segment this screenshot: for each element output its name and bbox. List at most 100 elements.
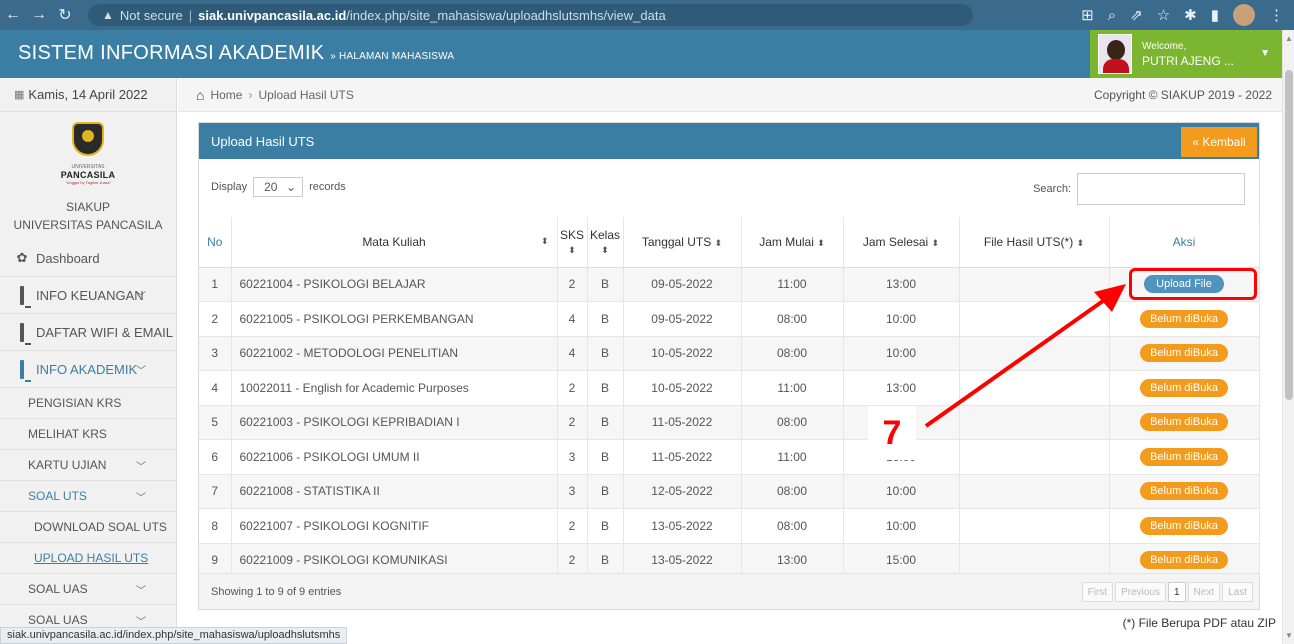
cell-kelas: B <box>587 370 624 406</box>
back-arrow-icon[interactable]: ← <box>0 6 26 24</box>
chevron-down-icon: ⌄ <box>286 180 297 194</box>
reload-icon[interactable]: ↻ <box>52 5 78 25</box>
annotation-highlight-box <box>1129 268 1257 300</box>
sidebar-item-download-soal-uts[interactable]: DOWNLOAD SOAL UTS <box>0 512 176 543</box>
display-label: Display <box>211 181 248 193</box>
sidebar-item-kartu-ujian[interactable]: KARTU UJIAN ﹀ <box>0 450 176 481</box>
records-per-page-select[interactable]: 20 ⌄ <box>253 177 304 197</box>
cell-tanggal: 10-05-2022 <box>623 370 742 406</box>
breadcrumb-home[interactable]: Home <box>210 88 242 102</box>
cell-sks: 2 <box>557 267 588 302</box>
pager-first-button[interactable]: First <box>1081 582 1114 602</box>
cell-sks: 2 <box>557 370 588 406</box>
sidebar-item-upload-hasil-uts[interactable]: UPLOAD HASIL UTS <box>0 543 176 574</box>
cell-jam-mulai: 08:00 <box>741 405 844 440</box>
pager-last-button[interactable]: Last <box>1222 582 1253 602</box>
column-header-sks[interactable]: SKS ⬍ <box>557 217 588 268</box>
chevron-down-icon: ﹀ <box>136 461 146 473</box>
sidebar-item-info-keuangan[interactable]: INFO KEUANGAN ﹀ <box>0 277 176 314</box>
menu-dots-icon[interactable]: ⋮ <box>1269 6 1284 24</box>
sidebar-item-label: UPLOAD HASIL UTS <box>34 551 149 565</box>
app-title: SISTEM INFORMASI AKADEMIK » HALAMAN MAHA… <box>18 42 454 65</box>
cell-tanggal: 09-05-2022 <box>623 267 742 302</box>
table-footer: Showing 1 to 9 of 9 entries First Previo… <box>199 573 1259 609</box>
column-header-jam-selesai[interactable]: Jam Selesai ⬍ <box>843 217 960 268</box>
cell-no: 5 <box>199 405 232 440</box>
university-crest-icon <box>68 120 108 162</box>
cell-mata-kuliah: 60221006 - PSIKOLOGI UMUM II <box>231 439 558 475</box>
cell-no: 1 <box>199 267 232 302</box>
forward-arrow-icon[interactable]: → <box>26 6 52 24</box>
calendar-icon: ▦ <box>14 89 25 101</box>
scroll-up-icon[interactable]: ▲ <box>1285 34 1293 43</box>
monitor-icon <box>14 359 30 379</box>
sidebar-item-dashboard[interactable]: ✿ Dashboard <box>0 240 176 277</box>
page-scrollbar[interactable]: ▲ ▼ <box>1282 30 1294 644</box>
sidebar-item-label: SOAL UAS <box>28 613 88 627</box>
annotation-step-number: 7 <box>868 406 916 460</box>
column-header-mata-kuliah[interactable]: Mata Kuliah ⬍ <box>231 217 558 268</box>
cell-sks: 2 <box>557 405 588 440</box>
header-label: Tanggal UTS <box>641 234 712 249</box>
column-header-jam-mulai[interactable]: Jam Mulai ⬍ <box>741 217 844 268</box>
sidebar-item-soal-uas[interactable]: SOAL UAS ﹀ <box>0 574 176 605</box>
pager-page-button[interactable]: 1 <box>1167 582 1186 602</box>
address-bar[interactable]: ▲ Not secure | siak.univpancasila.ac.id … <box>88 4 973 26</box>
sidebar-item-melihat-krs[interactable]: MELIHAT KRS <box>0 419 176 450</box>
sidebar-item-daftar-wifi[interactable]: DAFTAR WIFI & EMAIL <box>0 314 176 351</box>
column-header-no[interactable]: No <box>199 217 232 268</box>
column-header-kelas[interactable]: Kelas ⬍ <box>587 217 624 268</box>
sidebar-item-soal-uts[interactable]: SOAL UTS ﹀ <box>0 481 176 512</box>
status-badge: Belum diBuka <box>1140 309 1228 328</box>
cell-tanggal: 10-05-2022 <box>623 336 742 371</box>
university-logo: UNIVERSITAS PANCASILA "Unggul by Tagline… <box>0 112 176 212</box>
sidebar-item-pengisian-krs[interactable]: PENGISIAN KRS <box>0 388 176 419</box>
translate-icon[interactable]: ⊞ <box>1081 6 1094 24</box>
user-name: PUTRI AJENG ... <box>1142 54 1235 68</box>
share-icon[interactable]: ⇗ <box>1130 6 1143 24</box>
sidebar-item-info-akademik[interactable]: INFO AKADEMIK ﹀ <box>0 351 176 388</box>
status-badge: Belum diBuka <box>1140 551 1228 570</box>
pager-next-button[interactable]: Next <box>1187 582 1221 602</box>
url-domain: siak.univpancasila.ac.id <box>198 7 347 23</box>
scroll-thumb[interactable] <box>1285 70 1293 400</box>
cell-kelas: B <box>587 301 624 337</box>
extensions-icon[interactable]: ✱ <box>1184 6 1197 24</box>
cell-mata-kuliah: 10022011 - English for Academic Purposes <box>231 370 558 406</box>
sidebar-item-label: INFO KEUANGAN <box>36 287 144 303</box>
cell-sks: 3 <box>557 474 588 509</box>
cell-jam-mulai: 08:00 <box>741 508 844 544</box>
zoom-icon[interactable]: ⌕ <box>1108 7 1116 24</box>
scroll-down-icon[interactable]: ▼ <box>1285 631 1293 640</box>
cell-jam-mulai: 08:00 <box>741 336 844 371</box>
breadcrumb: ⌂ Home › Upload Hasil UTS Copyright © SI… <box>178 78 1282 112</box>
back-button[interactable]: « Kembali <box>1181 127 1257 157</box>
cell-tanggal: 13-05-2022 <box>623 508 742 544</box>
cell-jam-mulai: 11:00 <box>741 267 844 302</box>
logo-name: PANCASILA <box>60 170 116 180</box>
cell-mata-kuliah: 60221007 - PSIKOLOGI KOGNITIF <box>231 508 558 544</box>
profile-avatar-icon[interactable] <box>1233 4 1255 26</box>
sidebar-icon[interactable]: ▮ <box>1211 6 1219 24</box>
column-header-tanggal[interactable]: Tanggal UTS ⬍ <box>623 217 742 268</box>
bookmark-star-icon[interactable]: ☆ <box>1157 6 1170 24</box>
user-menu[interactable]: Welcome, PUTRI AJENG ... ▼ <box>1090 30 1282 78</box>
user-text: Welcome, PUTRI AJENG ... <box>1142 40 1234 68</box>
home-icon[interactable]: ⌂ <box>196 87 204 103</box>
sidebar-item-label: Dashboard <box>36 250 100 266</box>
column-header-file[interactable]: File Hasil UTS(*) ⬍ <box>959 217 1110 268</box>
sidebar: ▦ Kamis, 14 April 2022 UNIVERSITAS PANCA… <box>0 78 177 644</box>
sort-icon: ⬍ <box>931 237 940 248</box>
chevron-down-icon: ﹀ <box>136 492 146 504</box>
header-label: File Hasil UTS(*) <box>983 234 1074 249</box>
cell-tanggal: 11-05-2022 <box>623 405 742 440</box>
cell-kelas: B <box>587 336 624 371</box>
annotation-arrow <box>924 284 1126 428</box>
table-row: 6 60221006 - PSIKOLOGI UMUM II 3 B 11-05… <box>199 439 1260 475</box>
pager-previous-button[interactable]: Previous <box>1115 582 1166 602</box>
cell-file <box>959 439 1110 475</box>
cell-file <box>959 508 1110 544</box>
search-input[interactable] <box>1077 173 1245 205</box>
monitor-icon <box>14 285 30 305</box>
cell-kelas: B <box>587 474 624 509</box>
